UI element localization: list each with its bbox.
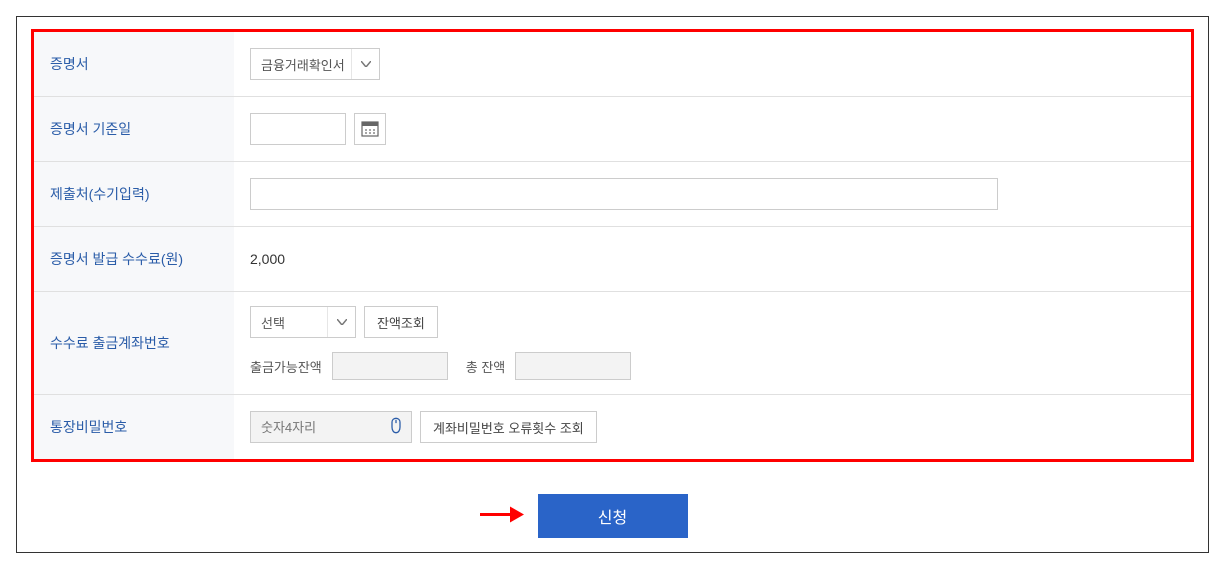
label-fee: 증명서 발급 수수료(원)	[34, 227, 234, 291]
label-submit-to: 제출처(수기입력)	[34, 162, 234, 226]
withdraw-account-select[interactable]: 선택	[250, 306, 356, 338]
base-date-input[interactable]	[250, 113, 346, 145]
balance-check-button[interactable]: 잔액조회	[364, 306, 438, 338]
label-text: 수수료 출금계좌번호	[50, 333, 170, 353]
label-certificate: 증명서	[34, 32, 234, 96]
button-label: 신청	[598, 510, 627, 527]
chevron-down-icon	[327, 307, 355, 337]
total-balance-label: 총 잔액	[466, 357, 506, 376]
button-label: 잔액조회	[377, 313, 425, 332]
available-balance-label: 출금가능잔액	[250, 357, 322, 376]
label-text: 제출처(수기입력)	[50, 184, 149, 204]
form-panel: 증명서 금융거래확인서 증명서 기준일	[31, 29, 1194, 462]
total-balance-value	[515, 352, 631, 380]
label-base-date: 증명서 기준일	[34, 97, 234, 161]
certificate-select[interactable]: 금융거래확인서	[250, 48, 380, 80]
label-text: 증명서	[50, 54, 89, 74]
submit-to-input[interactable]	[250, 178, 998, 210]
button-label: 계좌비밀번호 오류횟수 조회	[433, 418, 584, 437]
label-password: 통장비밀번호	[34, 395, 234, 459]
fee-value: 2,000	[250, 251, 285, 267]
label-text: 증명서 발급 수수료(원)	[50, 249, 183, 269]
calendar-button[interactable]	[354, 113, 386, 145]
chevron-down-icon	[351, 49, 379, 79]
mouse-icon	[388, 418, 404, 437]
submit-button[interactable]: 신청	[538, 494, 688, 538]
available-balance-value	[332, 352, 448, 380]
label-text: 통장비밀번호	[50, 417, 127, 437]
calendar-icon	[361, 119, 379, 140]
select-value: 선택	[261, 313, 285, 332]
password-error-check-button[interactable]: 계좌비밀번호 오류횟수 조회	[420, 411, 597, 443]
arrow-right-icon	[478, 504, 526, 529]
select-value: 금융거래확인서	[261, 55, 345, 74]
label-withdraw-account: 수수료 출금계좌번호	[34, 292, 234, 394]
label-text: 증명서 기준일	[50, 119, 131, 139]
